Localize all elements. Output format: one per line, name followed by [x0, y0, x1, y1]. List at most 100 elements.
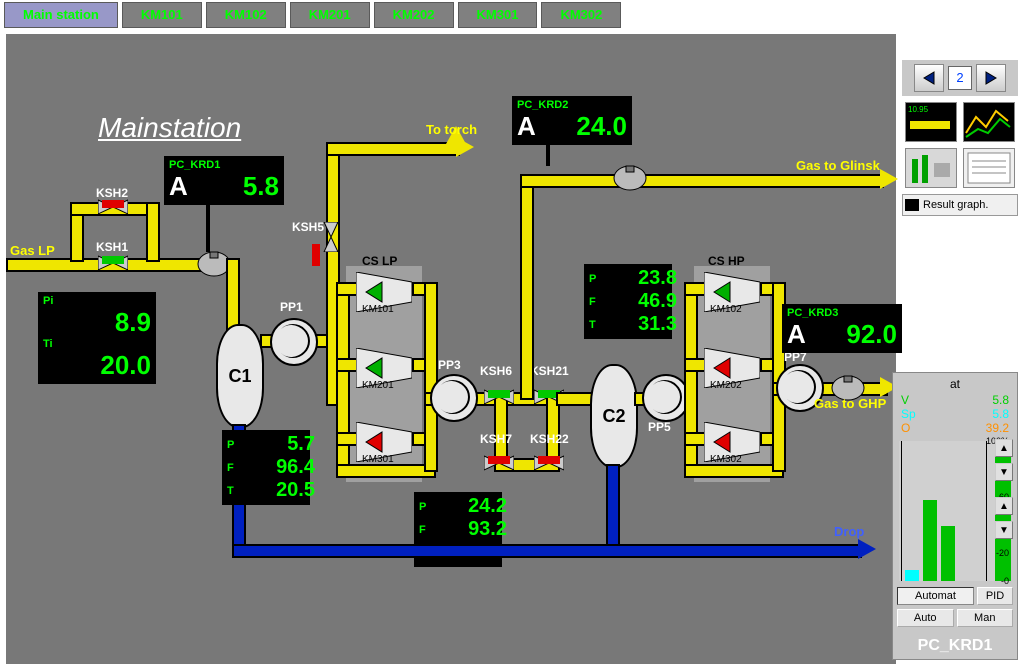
- ctrl-sp-label: Sp: [901, 407, 916, 421]
- ctrl-v-value: 5.8: [992, 393, 1009, 407]
- label-km202: KM202: [710, 380, 742, 391]
- nav-prev-button[interactable]: [914, 64, 944, 92]
- controller-unit: at: [897, 377, 1013, 391]
- arrow-glinsk: [880, 169, 898, 189]
- pipe-blue: [232, 544, 862, 558]
- label-km301: KM301: [362, 454, 394, 465]
- valve-ksh7-indicator: [488, 456, 510, 464]
- tab-km101[interactable]: KM101: [122, 2, 202, 28]
- lcd-tag: PC_KRD1: [169, 159, 220, 171]
- label-gas-ghp: Gas to GHP: [814, 396, 886, 411]
- label-km201: KM201: [362, 380, 394, 391]
- label-cs-hp: CS HP: [708, 254, 745, 268]
- decrement-sp-button[interactable]: ▼: [995, 463, 1013, 481]
- increment-out-button[interactable]: ▲: [995, 497, 1013, 515]
- label-ksh21: KSH21: [530, 364, 569, 378]
- lcd-c2-t: 31.3: [638, 313, 677, 336]
- result-graph-label: Result graph.: [923, 199, 988, 211]
- pipe: [684, 464, 784, 478]
- label-to-torch: To torch: [426, 122, 477, 137]
- thumbnail-bar-icon[interactable]: [905, 148, 957, 188]
- lcd-pc-krd3[interactable]: PC_KRD3 A92.0: [782, 304, 902, 353]
- sidebar: 2 10.95 Result graph.: [902, 60, 1018, 216]
- pipe: [520, 174, 534, 400]
- label-gas-glinsk: Gas to Glinsk: [796, 158, 880, 173]
- lcd-value: 92.0: [846, 319, 897, 350]
- tab-main-station[interactable]: Main station: [4, 2, 118, 28]
- thumbnail-trend-icon[interactable]: [963, 102, 1015, 142]
- tab-km102[interactable]: KM102: [206, 2, 286, 28]
- increment-sp-button[interactable]: ▲: [995, 439, 1013, 457]
- thumbnail-form-icon[interactable]: [963, 148, 1015, 188]
- tab-km301[interactable]: KM301: [458, 2, 538, 28]
- vessel-c1[interactable]: C1: [216, 324, 264, 428]
- lcd-pc-krd1[interactable]: PC_KRD1 A5.8: [164, 156, 284, 205]
- lcd-label-ti: Ti: [43, 338, 53, 350]
- bar-v: [905, 570, 919, 581]
- label-ksh6: KSH6: [480, 364, 512, 378]
- pipe: [146, 202, 160, 262]
- control-valve-krd2[interactable]: [612, 164, 648, 192]
- page-nav: 2: [902, 60, 1018, 96]
- page-title: Mainstation: [98, 112, 241, 144]
- label-ksh7: KSH7: [480, 432, 512, 446]
- label-km102: KM102: [710, 304, 742, 315]
- pump-pp3[interactable]: [430, 374, 478, 422]
- lcd-pi-value: 8.9: [115, 307, 151, 338]
- lcd-c1-out[interactable]: P5.7 F96.4 T20.5: [222, 430, 310, 505]
- label-cs-lp: CS LP: [362, 254, 397, 268]
- mode-man-button[interactable]: Man: [957, 609, 1014, 627]
- mode-automat-button[interactable]: Automat: [897, 587, 974, 605]
- ctrl-v-label: V: [901, 393, 909, 407]
- label-pp1: PP1: [280, 300, 303, 314]
- process-diagram: Mainstation Gas LP KSH2 KSH1 PC_KRD1 A5.…: [6, 34, 896, 664]
- lcd-c2-in[interactable]: P23.8 F46.9 T31.3: [584, 264, 672, 339]
- thumbnail-valve-icon[interactable]: 10.95: [905, 102, 957, 142]
- ctrl-sp-value: 5.8: [992, 407, 1009, 421]
- pump-pp1[interactable]: [270, 318, 318, 366]
- bar-axis: [901, 441, 902, 581]
- label-pp3: PP3: [438, 358, 461, 372]
- pipe: [326, 142, 460, 156]
- tab-km302[interactable]: KM302: [541, 2, 621, 28]
- scale-line: [986, 441, 987, 581]
- valve-ksh1-indicator: [102, 256, 124, 264]
- tab-km202[interactable]: KM202: [374, 2, 454, 28]
- tab-bar: Main station KM101 KM102 KM201 KM202 KM3…: [0, 0, 1024, 30]
- decrement-out-button[interactable]: ▼: [995, 521, 1013, 539]
- valve-ksh22-indicator: [538, 456, 560, 464]
- vessel-c2[interactable]: C2: [590, 364, 638, 468]
- tab-km201[interactable]: KM201: [290, 2, 370, 28]
- lcd-c1-f: 96.4: [276, 456, 315, 479]
- lcd-pp3-p: 24.2: [468, 495, 507, 518]
- pipe: [520, 174, 884, 188]
- chart-icon: [905, 199, 919, 211]
- label-gas-lp: Gas LP: [10, 243, 55, 258]
- signal-line: [206, 204, 210, 252]
- arrow-torch: [456, 137, 474, 157]
- valve-ksh6-indicator: [488, 390, 510, 398]
- controller-name: PC_KRD1: [897, 637, 1013, 655]
- valve-ksh5[interactable]: [316, 222, 346, 252]
- pipe: [424, 282, 438, 472]
- lcd-value: 24.0: [576, 111, 627, 142]
- lcd-pp3-f: 93.2: [468, 518, 507, 541]
- mode-pid-button[interactable]: PID: [977, 587, 1013, 605]
- lcd-mode: A: [517, 111, 536, 142]
- controller-bars: 100%-80-60-40-20-0 ▲ ▼ ▲ ▼: [899, 441, 1011, 581]
- lcd-inlet[interactable]: Pi 8.9 Ti 20.0: [38, 292, 156, 384]
- pump-pp5[interactable]: [642, 374, 690, 422]
- lcd-c1-p: 5.7: [287, 433, 315, 456]
- mode-auto-button[interactable]: Auto: [897, 609, 954, 627]
- label-km101: KM101: [362, 304, 394, 315]
- lcd-mode: A: [169, 171, 188, 202]
- label-ksh22: KSH22: [530, 432, 569, 446]
- ctrl-o-label: O: [901, 421, 910, 435]
- nav-page-number[interactable]: 2: [948, 66, 972, 90]
- result-graph-button[interactable]: Result graph.: [902, 194, 1018, 216]
- lcd-pc-krd2[interactable]: PC_KRD2 A 24.0: [512, 96, 632, 145]
- lcd-tag: PC_KRD2: [517, 99, 568, 111]
- ctrl-o-value: 39.2: [986, 421, 1009, 435]
- nav-next-button[interactable]: [976, 64, 1006, 92]
- controller-faceplate: at V 5.8 Sp 5.8 O 39.2 100%-80-60-40-20-0 ▲…: [892, 372, 1018, 660]
